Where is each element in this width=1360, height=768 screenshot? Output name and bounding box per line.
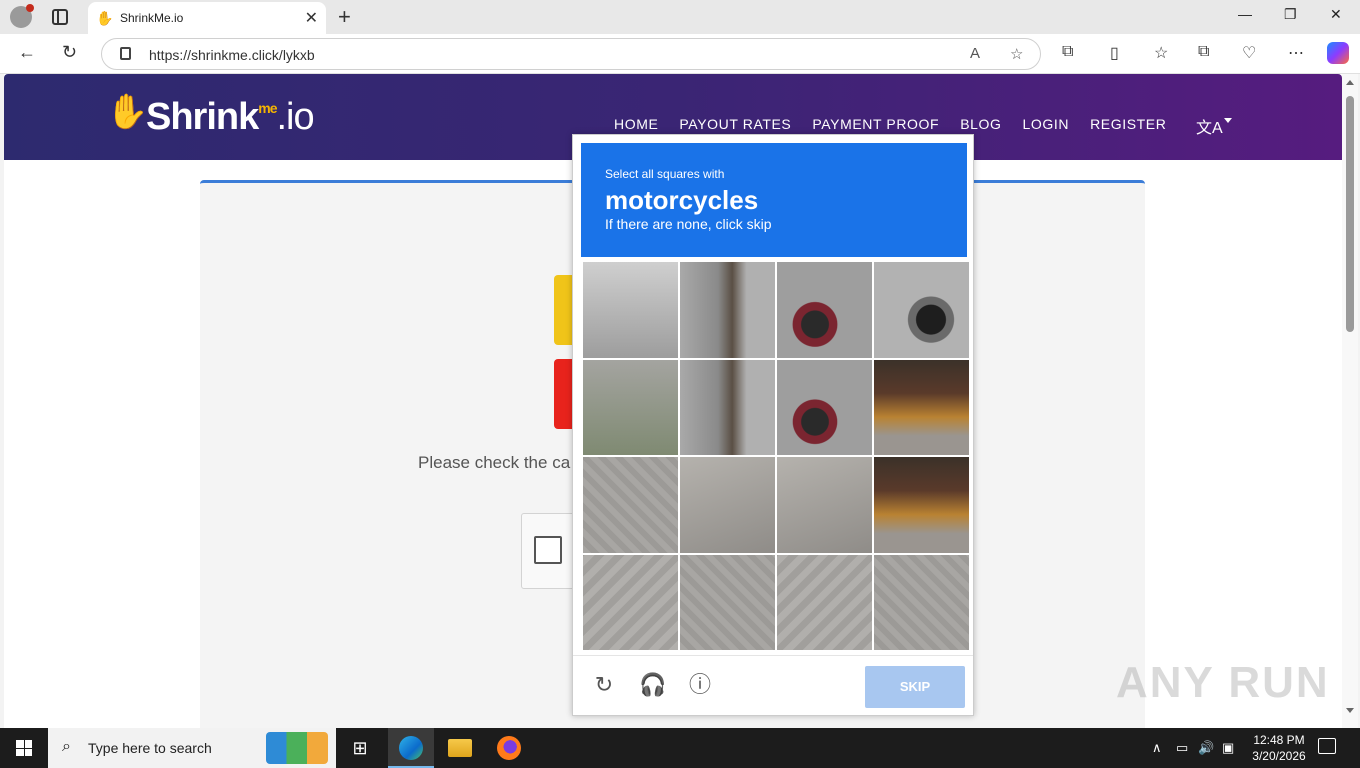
captcha-tile[interactable] — [680, 262, 775, 358]
captcha-tile[interactable] — [777, 554, 872, 650]
network-icon[interactable]: ▣ — [1222, 740, 1234, 756]
collections-icon[interactable]: ⧉ — [1198, 43, 1209, 61]
search-icon: ⌕ — [62, 738, 71, 755]
captcha-tile[interactable] — [874, 359, 969, 455]
read-aloud-icon[interactable]: A — [970, 45, 980, 62]
profile-icon[interactable] — [10, 4, 34, 28]
favorite-star-icon[interactable]: ☆ — [1010, 45, 1023, 63]
captcha-tile[interactable] — [680, 554, 775, 650]
search-highlight-icon — [266, 732, 328, 764]
split-screen-icon[interactable]: ▯ — [1110, 43, 1119, 63]
close-tab-icon[interactable]: ✕ — [305, 8, 318, 28]
windows-start-icon[interactable] — [16, 740, 32, 756]
show-hidden-icons-icon[interactable]: ∧ — [1152, 740, 1162, 756]
captcha-tile[interactable] — [874, 554, 969, 650]
captcha-tile[interactable] — [680, 359, 775, 455]
headphones-icon[interactable]: 🎧 — [639, 672, 666, 698]
captcha-tile[interactable] — [874, 262, 969, 358]
hand-logo-icon: ✋ — [106, 93, 149, 131]
chevron-down-icon[interactable] — [1224, 118, 1232, 123]
captcha-tile[interactable] — [777, 262, 872, 358]
extensions-icon[interactable]: ⧉ — [1062, 43, 1073, 61]
meet-now-icon[interactable]: ▭ — [1176, 740, 1188, 756]
reload-icon[interactable]: ↻ — [591, 672, 617, 698]
language-icon[interactable]: 文A — [1196, 114, 1223, 138]
notifications-icon[interactable] — [1318, 738, 1336, 754]
edge-icon[interactable] — [399, 736, 423, 760]
restore-icon[interactable]: ❐ — [1284, 6, 1297, 23]
window-close-icon[interactable]: ✕ — [1330, 6, 1342, 23]
nav-payout-rates[interactable]: PAYOUT RATES — [679, 116, 791, 132]
recaptcha-checkbox[interactable] — [534, 536, 562, 564]
nav-blog[interactable]: BLOG — [960, 116, 1001, 132]
captcha-tile[interactable] — [777, 359, 872, 455]
skip-button[interactable]: SKIP — [865, 666, 965, 708]
tab-actions-icon[interactable] — [52, 9, 68, 25]
captcha-challenge: Select all squares with motorcycles If t… — [572, 134, 974, 716]
captcha-target: motorcycles — [605, 185, 759, 215]
nav-home[interactable]: HOME — [614, 116, 658, 132]
browser-essentials-icon[interactable]: ♡ — [1242, 43, 1256, 63]
copilot-icon[interactable] — [1327, 42, 1349, 64]
clock-time: 12:48 PM — [1253, 733, 1305, 747]
browser-tab[interactable]: ✋ ShrinkMe.io ✕ — [88, 2, 326, 34]
tab-title: ShrinkMe.io — [120, 11, 184, 25]
nav-payment-proof[interactable]: PAYMENT PROOF — [812, 116, 939, 132]
search-placeholder: Type here to search — [88, 740, 212, 756]
favicon-icon: ✋ — [96, 10, 114, 26]
captcha-tile[interactable] — [583, 359, 678, 455]
task-view-icon[interactable]: ⊞ — [348, 736, 372, 760]
site-info-icon[interactable] — [120, 47, 131, 60]
captcha-tile[interactable] — [874, 457, 969, 553]
new-tab-icon[interactable]: + — [338, 4, 351, 30]
main-nav: HOME PAYOUT RATES PAYMENT PROOF BLOG LOG… — [614, 116, 1187, 132]
taskbar-search[interactable]: ⌕ Type here to search — [48, 728, 336, 768]
captcha-instruction: Select all squares with — [605, 167, 725, 181]
refresh-icon[interactable]: ↻ — [62, 42, 77, 63]
browser-tab-bar: ✋ ShrinkMe.io ✕ + — ❐ ✕ — [0, 0, 1360, 34]
address-bar-row: ← ↻ https://shrinkme.click/lykxb A ☆ ⧉ ▯… — [0, 34, 1360, 74]
captcha-hint: If there are none, click skip — [605, 216, 772, 232]
scrollbar-thumb[interactable] — [1346, 96, 1354, 332]
clock-date: 3/20/2026 — [1252, 749, 1306, 763]
nav-register[interactable]: REGISTER — [1090, 116, 1166, 132]
favorites-icon[interactable]: ☆ — [1154, 43, 1168, 63]
back-icon[interactable]: ← — [18, 42, 36, 63]
file-explorer-icon[interactable] — [448, 739, 472, 757]
more-options-icon[interactable]: ⋯ — [1288, 43, 1304, 63]
scroll-down-icon[interactable] — [1346, 708, 1354, 713]
check-captcha-text: Please check the ca — [418, 453, 571, 472]
page-scrollbar[interactable] — [1342, 74, 1358, 728]
captcha-footer: ↻ 🎧 ⓘ SKIP — [573, 655, 973, 717]
scroll-up-icon[interactable] — [1346, 80, 1354, 85]
system-clock[interactable]: 12:48 PM 3/20/2026 — [1244, 732, 1314, 764]
captcha-tile[interactable] — [583, 554, 678, 650]
captcha-tile[interactable] — [680, 457, 775, 553]
captcha-tile[interactable] — [583, 262, 678, 358]
windows-taskbar: ⌕ Type here to search ⊞ ∧ ▭ 🔊 ▣ 12:48 PM… — [0, 728, 1360, 768]
logo-text: Shrinkme.io — [146, 96, 315, 138]
captcha-tile[interactable] — [583, 457, 678, 553]
url-text: https://shrinkme.click/lykxb — [149, 47, 315, 63]
firefox-icon[interactable] — [497, 736, 521, 760]
anyrun-watermark: ANY RUN — [1116, 658, 1330, 707]
captcha-image-grid — [583, 262, 969, 650]
minimize-icon[interactable]: — — [1238, 6, 1252, 22]
nav-login[interactable]: LOGIN — [1023, 116, 1070, 132]
captcha-header: Select all squares with motorcycles If t… — [581, 143, 967, 257]
volume-icon[interactable]: 🔊 — [1198, 740, 1214, 756]
url-field[interactable]: https://shrinkme.click/lykxb A ☆ — [101, 38, 1041, 70]
info-icon[interactable]: ⓘ — [687, 672, 713, 698]
captcha-tile[interactable] — [777, 457, 872, 553]
